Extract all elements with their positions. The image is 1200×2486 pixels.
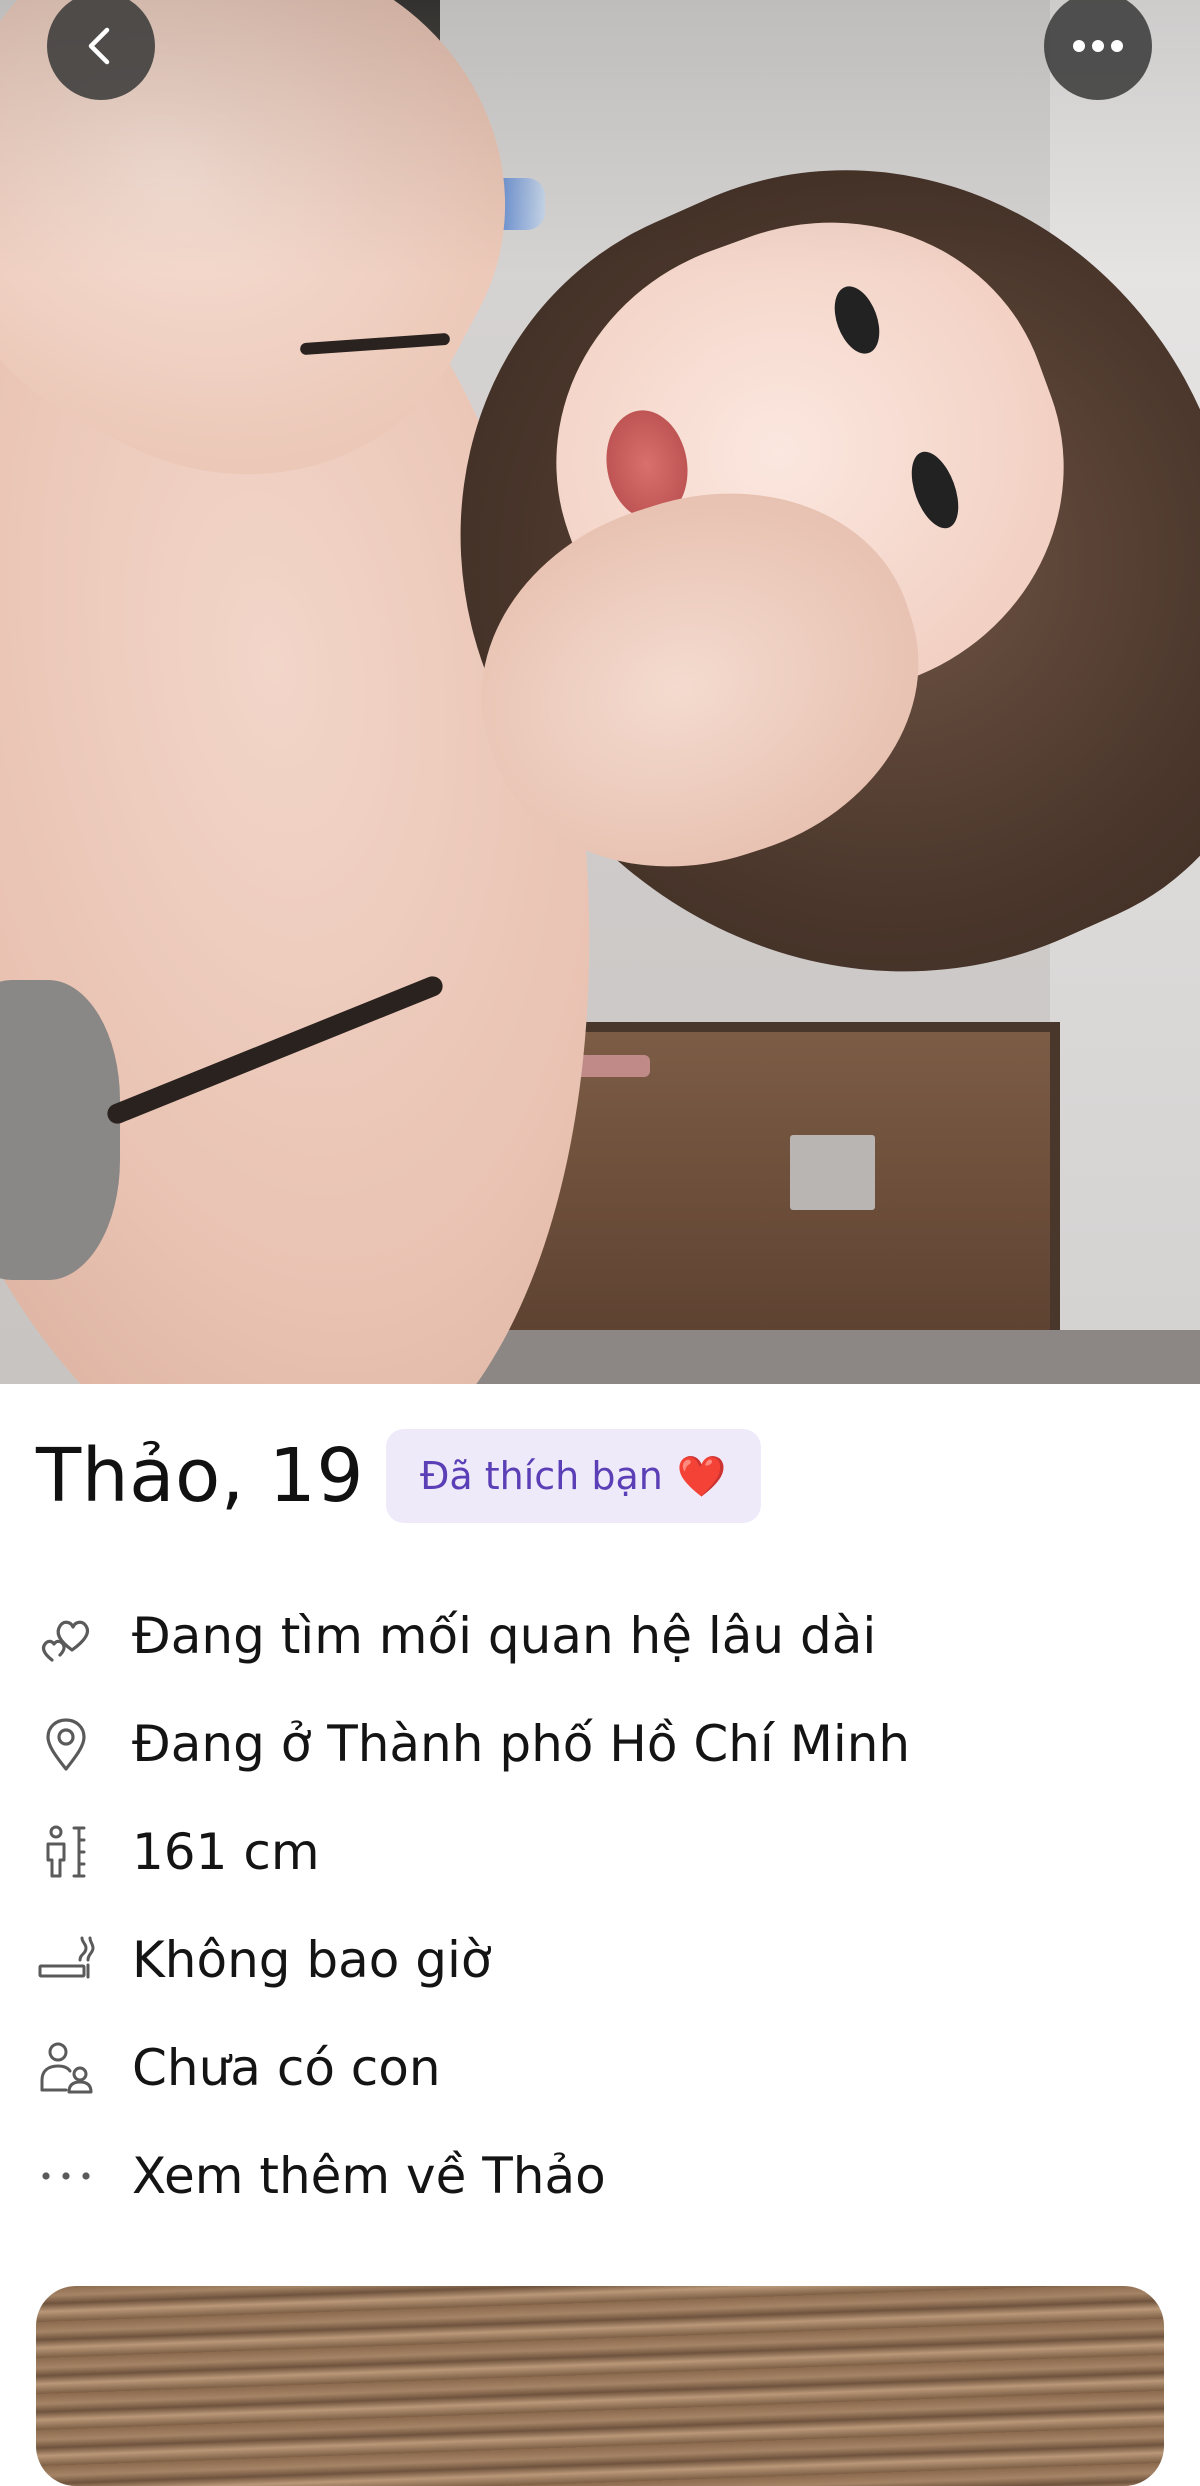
- liked-badge-label: Đã thích bạn: [419, 1454, 663, 1498]
- chevron-left-icon: [88, 27, 110, 65]
- detail-text: Đang ở Thành phố Hồ Chí Minh: [132, 1715, 911, 1773]
- profile-details: Đang tìm mối quan hệ lâu dài Đang ở Thàn…: [36, 1582, 1166, 2230]
- hearts-icon: [36, 1606, 96, 1666]
- detail-text: Không bao giờ: [132, 1931, 492, 1989]
- more-dots-icon: [36, 2146, 96, 2206]
- profile-photo[interactable]: [0, 0, 1200, 1384]
- height-icon: [36, 1822, 96, 1882]
- smoking-icon: [36, 1930, 96, 1990]
- detail-text: 161 cm: [132, 1823, 320, 1881]
- detail-relationship-goal: Đang tìm mối quan hệ lâu dài: [36, 1582, 1166, 1690]
- detail-children: Chưa có con: [36, 2014, 1166, 2122]
- detail-smoking: Không bao giờ: [36, 1906, 1166, 2014]
- location-pin-icon: [36, 1714, 96, 1774]
- see-more-about-link[interactable]: Xem thêm về Thảo: [36, 2122, 1166, 2230]
- next-photo-card[interactable]: [36, 2286, 1164, 2486]
- detail-location: Đang ở Thành phố Hồ Chí Minh: [36, 1690, 1166, 1798]
- detail-text: Chưa có con: [132, 2039, 441, 2097]
- hearts-emoji-icon: ❤️: [676, 1453, 727, 1500]
- liked-you-badge: Đã thích bạn ❤️: [385, 1429, 761, 1523]
- detail-text: Đang tìm mối quan hệ lâu dài: [132, 1607, 877, 1665]
- see-more-label[interactable]: Xem thêm về Thảo: [132, 2147, 606, 2205]
- photo-shade: [0, 0, 1200, 1384]
- children-icon: [36, 2038, 96, 2098]
- profile-name-age: Thảo, 19: [36, 1433, 364, 1519]
- profile-header: Thảo, 19 Đã thích bạn ❤️: [36, 1428, 761, 1524]
- more-horizontal-icon: [1073, 40, 1123, 52]
- detail-height: 161 cm: [36, 1798, 1166, 1906]
